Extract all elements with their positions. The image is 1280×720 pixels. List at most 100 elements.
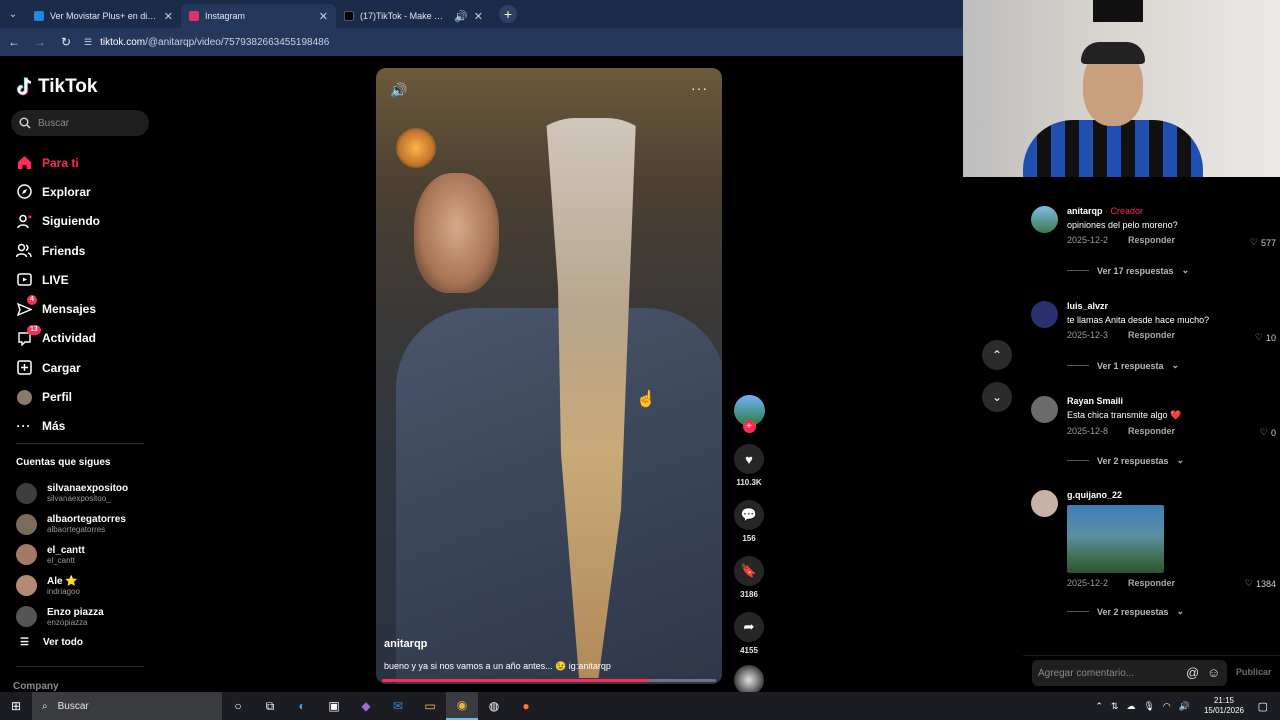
following-account[interactable]: Enzo piazza enzopiazza	[16, 601, 128, 632]
obs-icon[interactable]: ◍	[478, 692, 510, 720]
following-section-title: Cuentas que sigues	[16, 457, 111, 468]
firefox-icon[interactable]: ●	[510, 692, 542, 720]
save-button[interactable]: 🔖	[734, 556, 764, 586]
commenter-name[interactable]: anitarqp	[1067, 206, 1103, 216]
wifi-icon[interactable]: ◠	[1163, 701, 1171, 712]
sidebar-item-cargar[interactable]: Cargar	[16, 353, 100, 382]
volume-icon[interactable]: 🔊	[390, 82, 407, 99]
messages-badge: 4	[27, 295, 37, 306]
share-button[interactable]: ➦	[734, 612, 764, 642]
reply-button[interactable]: Responder	[1128, 330, 1175, 340]
follow-plus-icon[interactable]: +	[742, 420, 756, 433]
save-count: 3186	[740, 590, 758, 599]
back-arrow-icon[interactable]: ←	[6, 34, 22, 50]
tray-chevron-up-icon[interactable]: ⌃	[1095, 701, 1103, 712]
browser-tab[interactable]: (17)TikTok - Make Your Day 🔊 ✕	[336, 4, 491, 28]
sidebar-item-live[interactable]: LIVE	[16, 265, 100, 294]
visual-studio-icon[interactable]: ◆	[350, 692, 382, 720]
browser-tab[interactable]: Ver Movistar Plus+ en dispositi ✕	[26, 4, 181, 28]
comment-like-count: 10	[1265, 332, 1276, 343]
chrome-icon[interactable]: ◉	[446, 692, 478, 720]
company-link[interactable]: Company	[13, 681, 59, 692]
commenter-name[interactable]: g.quijano_22	[1067, 490, 1277, 500]
emoji-icon[interactable]: ☺	[1207, 665, 1220, 680]
close-tab-icon[interactable]: ✕	[164, 10, 173, 23]
video-progress-bar[interactable]	[382, 679, 716, 682]
view-replies-button[interactable]: Ver 1 respuesta ⌄	[1067, 360, 1179, 371]
store-icon[interactable]: ▣	[318, 692, 350, 720]
volume-icon[interactable]: 🔊	[1179, 701, 1190, 712]
music-disc-icon[interactable]	[734, 665, 764, 695]
comment-image[interactable]	[1067, 505, 1164, 573]
sidebar-item-friends[interactable]: Friends	[16, 236, 100, 265]
close-tab-icon[interactable]: ✕	[474, 10, 483, 23]
commenter-avatar[interactable]	[1031, 396, 1058, 423]
account-username: el_cantt	[47, 555, 76, 565]
sidebar-item-mensajes[interactable]: 4 Mensajes	[16, 294, 100, 323]
commenter-name[interactable]: Rayan Smaili	[1067, 396, 1277, 406]
commenter-avatar[interactable]	[1031, 206, 1058, 233]
video-author[interactable]: anitarqp	[384, 638, 427, 650]
reload-icon[interactable]: ↻	[58, 34, 74, 50]
file-explorer-icon[interactable]: ▭	[414, 692, 446, 720]
cortana-icon[interactable]: ○	[222, 692, 254, 720]
speaker-icon[interactable]: 🔊	[454, 10, 468, 23]
comment-button[interactable]: 💬	[734, 500, 764, 530]
sidebar-item-explorar[interactable]: Explorar	[16, 177, 100, 206]
commenter-name[interactable]: luis_alvzr	[1067, 301, 1277, 311]
site-info-icon[interactable]: ☰	[84, 37, 92, 48]
reply-button[interactable]: Responder	[1128, 578, 1175, 588]
taskbar-search-input[interactable]: ⌕ Buscar	[32, 692, 222, 720]
sidebar-item-perfil[interactable]: Perfil	[16, 382, 100, 411]
following-account[interactable]: el_cantt el_cantt	[16, 540, 128, 571]
tiktok-favicon-icon	[344, 11, 354, 21]
following-account[interactable]: silvanaexpositoo silvanaexpositoo_	[16, 478, 128, 509]
creator-avatar[interactable]: +	[733, 395, 765, 433]
forward-arrow-icon[interactable]: →	[32, 34, 48, 50]
sidebar-item-actividad[interactable]: 13 Actividad	[16, 324, 100, 353]
browser-tab-active[interactable]: Instagram ✕	[181, 4, 336, 28]
comment-like-button[interactable]: ♡ 577	[1250, 237, 1276, 248]
more-options-icon[interactable]: ···	[691, 80, 708, 96]
tiktok-logo[interactable]: TikTok	[16, 76, 97, 98]
new-tab-button[interactable]: +	[499, 5, 517, 23]
following-account[interactable]: Ale ⭐ indriagoo	[16, 570, 128, 601]
mail-icon[interactable]: ✉	[382, 692, 414, 720]
following-icon	[16, 213, 32, 229]
microphone-icon[interactable]: 🎙	[1143, 701, 1154, 712]
search-input[interactable]: Buscar	[11, 110, 149, 136]
sidebar-item-mas[interactable]: ··· Más	[16, 412, 100, 441]
edge-browser-icon[interactable]: ◐	[286, 692, 318, 720]
following-account[interactable]: albaortegatorres albaortegatorres	[16, 509, 128, 540]
see-all-following-button[interactable]: ☰ Ver todo	[20, 637, 83, 648]
video-player[interactable]: 🔊 ··· anitarqp bueno y ya si nos vamos a…	[376, 68, 722, 684]
onedrive-icon[interactable]: ☁	[1126, 701, 1135, 712]
url-field[interactable]: ☰ tiktok.com/@anitarqp/video/75793826634…	[84, 31, 963, 53]
view-replies-button[interactable]: Ver 2 respuestas ⌄	[1067, 455, 1184, 466]
notification-center-icon[interactable]: ▢	[1258, 700, 1268, 713]
heart-outline-icon: ♡	[1249, 237, 1258, 247]
commenter-avatar[interactable]	[1031, 301, 1058, 328]
comment-like-button[interactable]: ♡ 10	[1255, 332, 1276, 343]
next-video-button[interactable]: ⌄	[982, 382, 1012, 412]
sidebar-item-para-ti[interactable]: Para ti	[16, 148, 100, 177]
comments-panel: anitarqp · Creador opiniones del pelo mo…	[1023, 177, 1280, 692]
view-replies-button[interactable]: Ver 17 respuestas ⌄	[1067, 265, 1189, 276]
publish-button[interactable]: Publicar	[1236, 667, 1272, 677]
like-button[interactable]: ♥	[734, 444, 764, 474]
commenter-avatar[interactable]	[1031, 490, 1058, 517]
previous-video-button[interactable]: ⌃	[982, 340, 1012, 370]
reply-button[interactable]: Responder	[1128, 235, 1175, 245]
sidebar-item-siguiendo[interactable]: Siguiendo	[16, 207, 100, 236]
reply-button[interactable]: Responder	[1128, 426, 1175, 436]
close-tab-icon[interactable]: ✕	[319, 10, 328, 23]
mention-icon[interactable]: @	[1186, 665, 1199, 680]
comment-like-button[interactable]: ♡ 1384	[1245, 578, 1276, 589]
task-view-icon[interactable]: ⧉	[254, 692, 286, 720]
windows-start-icon[interactable]: ⊞	[0, 692, 32, 720]
comment-like-button[interactable]: ♡ 0	[1260, 427, 1276, 438]
tab-list-chevron-icon[interactable]: ⌄	[0, 0, 26, 28]
taskbar-clock[interactable]: 21:15 15/01/2026	[1204, 696, 1244, 716]
network-icon[interactable]: ⇅	[1111, 701, 1119, 712]
view-replies-button[interactable]: Ver 2 respuestas ⌄	[1067, 606, 1184, 617]
